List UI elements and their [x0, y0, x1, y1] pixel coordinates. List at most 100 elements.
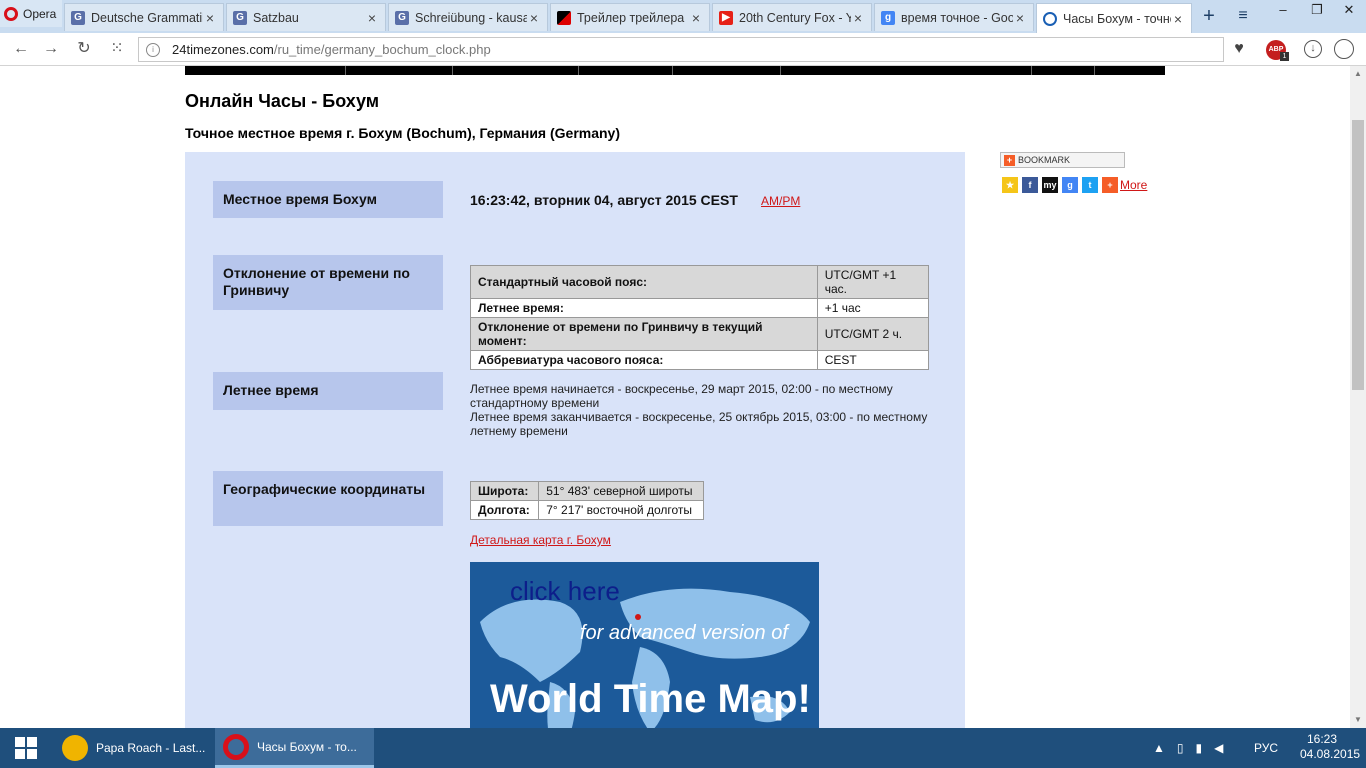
close-icon[interactable]: × [527, 10, 541, 26]
windows-logo-icon [15, 737, 37, 759]
g-icon: G [395, 10, 409, 25]
plus-icon: + [1004, 154, 1015, 166]
more-share-link[interactable]: More [1120, 178, 1147, 192]
g-icon: G [71, 10, 85, 25]
close-icon[interactable]: × [203, 10, 217, 26]
bookmark-label: BOOKMARK [1018, 155, 1071, 165]
tab-label: Трейлер трейлера [577, 10, 685, 25]
opera-menu-label: Opera [23, 6, 57, 21]
tab-strip: Opera G Deutsche Grammatik × G Satzbau ×… [0, 0, 1366, 33]
new-tab-button[interactable]: + [1198, 5, 1220, 27]
dst-end-text: Летнее время заканчивается - воскресенье… [470, 410, 928, 438]
table-value: UTC/GMT 2 ч. [816, 317, 930, 351]
youtube-icon: ▶ [719, 10, 733, 25]
heart-icon[interactable]: ♥ [1228, 38, 1250, 60]
opera-icon [223, 733, 249, 760]
signal-icon[interactable]: ▮ [1196, 741, 1203, 755]
taskbar-app-papa-roach[interactable]: Papa Roach - Last... [54, 728, 213, 768]
scroll-down-arrow-icon[interactable]: ▼ [1350, 712, 1366, 728]
scroll-up-arrow-icon[interactable]: ▲ [1350, 66, 1366, 82]
clock-icon [1043, 11, 1057, 26]
taskbar-clock[interactable]: 16:23 04.08.2015 [1300, 732, 1360, 762]
adblock-count-badge: 1 [1280, 52, 1289, 61]
table-row: Долгота: 7° 217' восточной долготы [469, 500, 704, 520]
table-key: Долгота: [469, 500, 540, 520]
minimize-button[interactable]: – [1266, 0, 1300, 22]
scrollbar-thumb[interactable] [1352, 120, 1364, 390]
table-row: Летнее время: +1 час [470, 298, 930, 318]
tab-trailer[interactable]: Трейлер трейлера × [550, 3, 710, 31]
table-row: Аббревиатура часового пояса: CEST [470, 350, 930, 370]
more-share-icon[interactable]: + [1102, 177, 1118, 193]
maximize-button[interactable]: ❐ [1300, 0, 1334, 22]
tab-20th-century-fox[interactable]: ▶ 20th Century Fox - Y × [712, 3, 872, 31]
clock-time: 16:23 [1306, 732, 1338, 746]
world-time-map-banner[interactable]: click here for advanced version of World… [470, 562, 819, 728]
music-player-icon [62, 735, 88, 761]
tray-expand-icon[interactable]: ▲ [1153, 741, 1165, 755]
tab-bochum-clock[interactable]: Часы Бохум - точное × [1036, 3, 1192, 33]
taskbar-app-label: Часы Бохум - то... [257, 739, 357, 754]
page-title: Онлайн Часы - Бохум [185, 91, 380, 111]
twitter-icon[interactable]: t [1082, 177, 1098, 193]
table-row: Широта: 51° 483' северной широты [469, 481, 704, 501]
navigation-bar: ← → ↻ ⁙ i 24timezones.com/ru_time/german… [0, 33, 1366, 66]
tab-google-time[interactable]: g время точное - Goo × [874, 3, 1034, 31]
back-button[interactable]: ← [10, 38, 32, 60]
close-icon[interactable]: × [1013, 10, 1027, 26]
tab-satzbau[interactable]: G Satzbau × [226, 3, 386, 31]
main-content: Местное время Бохум 16:23:42, вторник 04… [185, 152, 965, 728]
map-banner-line3: World Time Map! [490, 677, 811, 721]
speed-dial-icon[interactable]: ⁙ [106, 38, 128, 60]
reload-button[interactable]: ↻ [73, 38, 95, 60]
google-share-icon[interactable]: g [1062, 177, 1078, 193]
facebook-icon[interactable]: f [1022, 177, 1038, 193]
geo-table: Широта: 51° 483' северной широты Долгота:… [469, 481, 704, 520]
volume-icon[interactable]: ◀ [1214, 741, 1223, 755]
favorite-star-icon[interactable]: ★ [1002, 177, 1018, 193]
download-icon[interactable]: ↓ [1304, 40, 1322, 58]
tab-label: Schreiübung - kausal [415, 10, 527, 25]
tab-label: время точное - Goo [901, 10, 1013, 25]
dst-start-text: Летнее время начинается - воскресенье, 2… [470, 382, 893, 410]
taskbar-app-opera[interactable]: Часы Бохум - то... [215, 728, 374, 768]
language-indicator[interactable]: РУС [1254, 728, 1278, 768]
tab-menu-icon[interactable]: ≡ [1232, 5, 1254, 27]
tab-schreibuebung[interactable]: G Schreiübung - kausal × [388, 3, 548, 31]
share-buttons: ★ f my g t + More [1002, 177, 1147, 193]
page-scrollbar[interactable]: ▲ ▼ [1350, 66, 1366, 728]
close-icon[interactable]: × [851, 10, 865, 26]
table-row: Стандартный часовой пояс: UTC/GMT +1 час. [470, 265, 930, 299]
close-icon[interactable]: × [365, 10, 379, 26]
table-value: 7° 217' восточной долготы [538, 500, 704, 520]
map-banner-line1: click here [510, 576, 620, 606]
tab-label: 20th Century Fox - Y [739, 10, 851, 25]
myspace-icon[interactable]: my [1042, 177, 1058, 193]
bookmark-button[interactable]: + BOOKMARK [1000, 152, 1125, 168]
tab-deutsche-grammatik[interactable]: G Deutsche Grammatik × [64, 3, 224, 31]
close-icon[interactable]: × [689, 10, 703, 26]
start-button[interactable] [0, 728, 52, 768]
table-value: +1 час [816, 298, 930, 318]
tab-label: Satzbau [253, 10, 299, 25]
network-icon[interactable]: ▯ [1177, 741, 1184, 755]
close-icon[interactable]: × [1171, 11, 1185, 27]
table-value: CEST [816, 350, 930, 370]
local-time-label: Местное время Бохум [213, 181, 443, 218]
taskbar-app-label: Papa Roach - Last... [96, 741, 206, 755]
forward-button[interactable]: → [40, 38, 62, 60]
table-key: Широта: [469, 481, 540, 501]
address-bar[interactable]: i 24timezones.com/ru_time/germany_bochum… [138, 37, 1224, 62]
table-value: UTC/GMT +1 час. [816, 265, 930, 299]
ampm-link[interactable]: AM/PM [761, 194, 800, 208]
account-icon[interactable] [1334, 39, 1354, 59]
detailed-map-link[interactable]: Детальная карта г. Бохум [470, 533, 611, 547]
table-key: Отклонение от времени по Гринвичу в теку… [470, 317, 818, 351]
tab-label: Deutsche Grammatik [91, 10, 203, 25]
flag-icon [557, 10, 571, 25]
close-window-button[interactable]: ✕ [1332, 0, 1366, 22]
opera-menu-button[interactable]: Opera [0, 0, 62, 27]
local-time-value: 16:23:42, вторник 04, август 2015 CEST [470, 192, 738, 208]
site-info-icon[interactable]: i [146, 42, 160, 57]
table-key: Аббревиатура часового пояса: [470, 350, 818, 370]
